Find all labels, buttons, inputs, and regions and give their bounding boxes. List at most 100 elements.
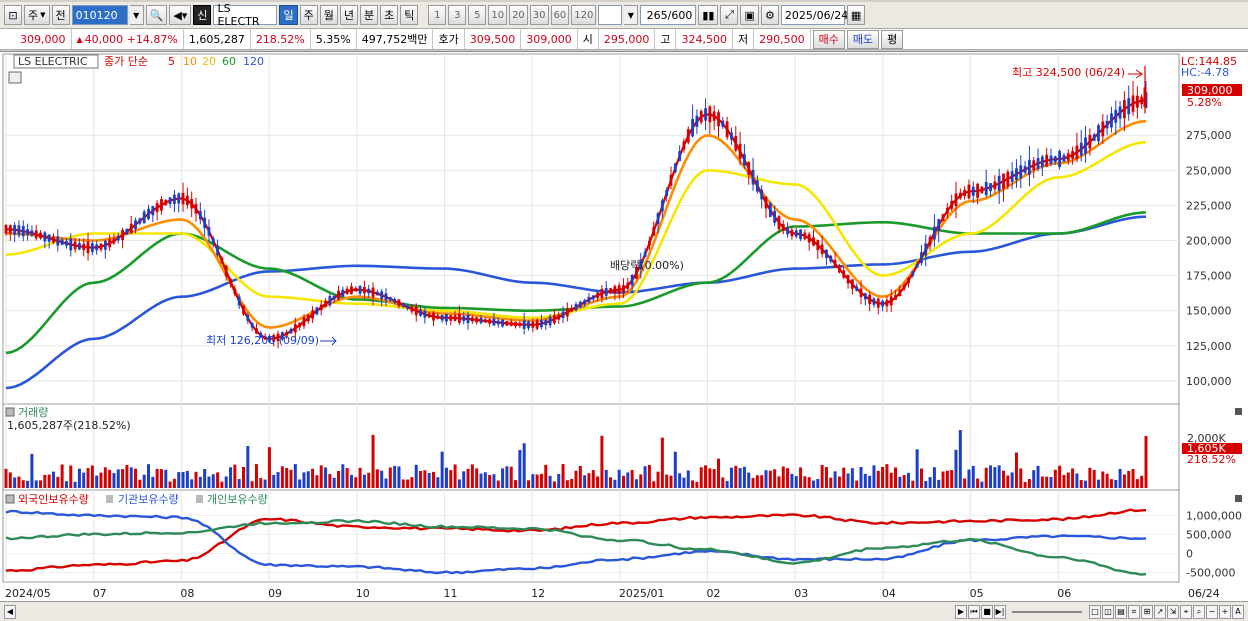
period-ju-select[interactable]: 주 ▼ bbox=[24, 5, 50, 25]
tool-f-icon[interactable]: ↗ bbox=[1154, 604, 1166, 619]
calendar-icon[interactable]: ▦ bbox=[846, 5, 866, 25]
candle-body bbox=[475, 317, 479, 323]
code-dropdown-icon[interactable]: ▼ bbox=[129, 5, 144, 25]
scroll-right-icon[interactable]: ▶ bbox=[955, 604, 967, 619]
minute-3-button[interactable]: 3 bbox=[448, 5, 467, 25]
period-year-button[interactable]: 년 bbox=[339, 5, 358, 25]
tool-e-icon[interactable]: ⊞ bbox=[1141, 604, 1153, 619]
date-input[interactable]: 2025/06/24 bbox=[780, 5, 848, 25]
tool-b-icon[interactable]: ◫ bbox=[1102, 604, 1114, 619]
period-month-button[interactable]: 월 bbox=[319, 5, 338, 25]
volume-bar bbox=[99, 472, 103, 488]
grid-lines bbox=[3, 54, 1179, 582]
eval-button[interactable]: 평 bbox=[881, 29, 904, 49]
candle-body bbox=[289, 328, 293, 334]
ma-period-60: 60 bbox=[222, 55, 236, 68]
volume-bar bbox=[613, 479, 617, 488]
volume-bar bbox=[574, 470, 578, 488]
volume-bar bbox=[919, 468, 923, 488]
save-icon[interactable]: ▣ bbox=[740, 5, 759, 25]
table-icon[interactable] bbox=[8, 71, 22, 84]
volume-close-icon[interactable] bbox=[1235, 408, 1242, 415]
line-tool-icon[interactable]: ⤢ bbox=[720, 5, 739, 25]
minute-1-button[interactable]: 1 bbox=[428, 5, 447, 25]
x-tick-label: 2024/05 bbox=[5, 587, 51, 600]
minute-dropdown-icon[interactable]: ▼ bbox=[624, 5, 639, 25]
volume-bar bbox=[898, 476, 902, 488]
font-size-icon[interactable]: A bbox=[1232, 604, 1244, 619]
volume-bar bbox=[457, 479, 461, 488]
tool-a-icon[interactable]: □ bbox=[1089, 604, 1101, 619]
holdings-close-icon[interactable] bbox=[1235, 495, 1242, 502]
bottom-scrollbar[interactable]: ◀ ▶ ⏮ ■ ▶| □ ◫ ▤ ⌗ ⊞ ↗ ⇲ ⌖ ⌕ − + A bbox=[0, 601, 1248, 621]
gear-icon[interactable]: ⚙ bbox=[760, 5, 779, 25]
candle-body bbox=[604, 288, 608, 296]
tool-g-icon[interactable]: ⇲ bbox=[1167, 604, 1179, 619]
zoom-out-icon[interactable]: − bbox=[1206, 604, 1218, 619]
candle-body bbox=[514, 321, 517, 327]
jump-end-icon[interactable]: ▶| bbox=[994, 604, 1006, 619]
volume-bar bbox=[112, 473, 116, 488]
candle-body bbox=[786, 227, 789, 235]
jump-start-icon[interactable]: ⏮ bbox=[968, 604, 980, 619]
sin-button[interactable]: 신 bbox=[193, 5, 212, 25]
count-input[interactable]: 265/600 bbox=[640, 5, 697, 25]
zoom-slider[interactable] bbox=[1012, 610, 1082, 613]
quote-bar: 309,000 ▲ 40,000 +14.87% 1,605,287 218.52… bbox=[0, 28, 1248, 50]
tool-h-icon[interactable]: ⌖ bbox=[1180, 604, 1192, 619]
period-minute-button[interactable]: 분 bbox=[359, 5, 379, 25]
candle-body bbox=[26, 229, 29, 236]
jeon-button[interactable]: 전 bbox=[51, 5, 70, 25]
period-tick-button[interactable]: 틱 bbox=[400, 5, 419, 25]
volume-panel-icon[interactable] bbox=[5, 407, 15, 417]
chart-area[interactable]: LS ELECTRIC 종가 단순 5 10 20 60 120 LC:144.… bbox=[0, 51, 1248, 601]
zoom-in-icon[interactable]: + bbox=[1219, 604, 1231, 619]
search-icon[interactable]: 🔍 bbox=[145, 5, 168, 25]
candle-body bbox=[453, 315, 457, 321]
candle-body bbox=[911, 271, 915, 276]
minute-30-button[interactable]: 30 bbox=[529, 5, 549, 25]
volume-bar bbox=[285, 468, 289, 488]
tool-d-icon[interactable]: ⌗ bbox=[1128, 604, 1140, 619]
period-week-button[interactable]: 주 bbox=[299, 5, 318, 25]
volume-bar bbox=[1131, 469, 1135, 488]
zoom-search-icon[interactable]: ⌕ bbox=[1193, 604, 1205, 619]
volume-bar bbox=[971, 465, 975, 488]
tool-c-icon[interactable]: ▤ bbox=[1115, 604, 1127, 619]
sell-button[interactable]: 매도 bbox=[846, 29, 880, 49]
series-institution-label: 기관보유수량 bbox=[118, 493, 179, 506]
minute-20-button[interactable]: 20 bbox=[509, 5, 528, 25]
candle-body bbox=[483, 319, 487, 323]
volume-bar bbox=[686, 470, 690, 488]
candle-body bbox=[30, 230, 34, 236]
candle-icon[interactable]: ▮▮ bbox=[698, 5, 719, 25]
volume-bar bbox=[660, 437, 664, 488]
minute-120-button[interactable]: 120 bbox=[571, 5, 597, 25]
candle-body bbox=[293, 324, 297, 333]
stock-code-input[interactable]: 010120 bbox=[71, 5, 128, 25]
stock-name-field[interactable]: LS ELECTR bbox=[213, 2, 278, 28]
window-icon[interactable]: ⊡ bbox=[4, 5, 22, 25]
holdings-panel-icon[interactable] bbox=[5, 494, 15, 504]
period-day-button[interactable]: 일 bbox=[279, 5, 298, 25]
candle-body bbox=[665, 189, 669, 197]
candle-body bbox=[747, 162, 751, 175]
stock-label: LS ELECTRIC bbox=[18, 55, 88, 68]
candle-body bbox=[406, 305, 409, 310]
candle-body bbox=[69, 238, 73, 251]
scroll-left-icon[interactable]: ◀ bbox=[4, 604, 16, 619]
period-second-button[interactable]: 초 bbox=[380, 5, 399, 25]
x-tick-label: 2025/01 bbox=[619, 587, 665, 600]
play-icon[interactable]: ■ bbox=[981, 604, 993, 619]
minute-custom-input[interactable] bbox=[598, 5, 623, 25]
minute-5-button[interactable]: 5 bbox=[468, 5, 487, 25]
volume-bar bbox=[846, 473, 850, 488]
volume-bar bbox=[760, 475, 764, 488]
minute-10-button[interactable]: 10 bbox=[488, 5, 508, 25]
candle-body bbox=[971, 186, 975, 196]
buy-button[interactable]: 매수 bbox=[812, 29, 845, 49]
volume-title: 거래량 bbox=[18, 406, 48, 419]
candle-body bbox=[298, 322, 302, 328]
speaker-icon[interactable]: ◀▾ bbox=[169, 5, 192, 25]
minute-60-button[interactable]: 60 bbox=[550, 5, 570, 25]
